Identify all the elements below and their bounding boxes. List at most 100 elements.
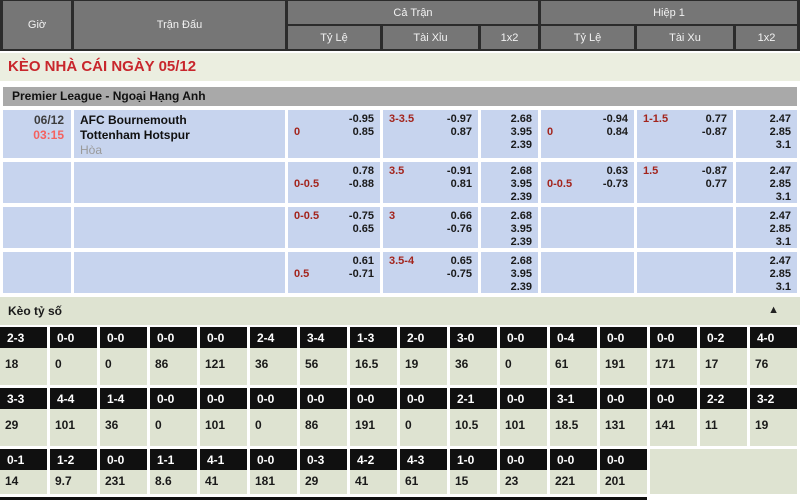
match-teams-cell[interactable]: AFC BournemouthTottenham HotspurHòa xyxy=(74,110,285,158)
score-odds-value: 56 xyxy=(300,348,347,385)
score-cell[interactable]: 0-329 xyxy=(300,449,347,494)
ft-1x2-cell[interactable]: 2.683.952.39 xyxy=(481,207,538,248)
league-header[interactable]: Premier League - Ngoại Hạng Anh xyxy=(3,87,797,106)
h1-overunder-cell[interactable] xyxy=(637,252,733,293)
ft-1x2-cell[interactable]: 2.683.952.39 xyxy=(481,110,538,158)
score-cell[interactable]: 0-0191 xyxy=(600,327,647,385)
ft-handicap-cell[interactable]: 0-0.5-0.750.65 xyxy=(288,207,380,248)
score-cell[interactable]: 4-141 xyxy=(200,449,247,494)
h1-overunder-cell[interactable]: 1-1.50.77-0.87 xyxy=(637,110,733,158)
h1-handicap-cell[interactable] xyxy=(541,207,634,248)
ft-handicap-cell[interactable]: 0.610.5-0.71 xyxy=(288,252,380,293)
h1-1x2-cell[interactable]: 2.472.853.1 xyxy=(736,162,797,203)
score-cell[interactable]: 2-110.5 xyxy=(450,388,497,446)
score-cell[interactable]: 0-0141 xyxy=(650,388,697,446)
ft-1x2-cell[interactable]: 2.683.952.39 xyxy=(481,252,538,293)
ft-overunder-cell[interactable]: 3.5-40.65-0.75 xyxy=(383,252,478,293)
score-cell[interactable]: 0-0171 xyxy=(650,327,697,385)
score-cell[interactable]: 1-436 xyxy=(100,388,147,446)
score-label: 3-4 xyxy=(300,327,347,348)
score-cell[interactable]: 1-18.6 xyxy=(150,449,197,494)
ft-handicap-cell[interactable]: -0.9500.85 xyxy=(288,110,380,158)
score-odds-value: 17 xyxy=(700,348,747,385)
score-label: 0-3 xyxy=(300,449,347,470)
h1-1x2-cell[interactable]: 2.472.853.1 xyxy=(736,252,797,293)
odds-value: -0.91 xyxy=(447,165,472,178)
match-time: 03:15 xyxy=(9,128,64,143)
score-label: 0-0 xyxy=(650,388,697,409)
score-cell[interactable]: 0-00 xyxy=(50,327,97,385)
score-cell[interactable]: 4-4101 xyxy=(50,388,97,446)
score-cell[interactable]: 2-318 xyxy=(0,327,47,385)
score-cell[interactable]: 0-461 xyxy=(550,327,597,385)
score-cell[interactable]: 3-456 xyxy=(300,327,347,385)
h1-handicap-cell[interactable] xyxy=(541,252,634,293)
score-cell[interactable]: 0-00 xyxy=(250,388,297,446)
score-cell[interactable]: 0-0131 xyxy=(600,388,647,446)
score-cell[interactable]: 0-00 xyxy=(500,327,547,385)
score-cell[interactable]: 3-036 xyxy=(450,327,497,385)
score-cell[interactable]: 2-019 xyxy=(400,327,447,385)
score-cell[interactable]: 0-086 xyxy=(150,327,197,385)
handicap-label: 0 xyxy=(294,126,300,139)
draw-label: Hòa xyxy=(80,143,279,158)
score-cell[interactable]: 0-023 xyxy=(500,449,547,494)
score-cell[interactable]: 0-0101 xyxy=(200,388,247,446)
score-cell[interactable]: 0-217 xyxy=(700,327,747,385)
score-cell[interactable]: 3-329 xyxy=(0,388,47,446)
h1-1x2-cell[interactable]: 2.472.853.1 xyxy=(736,110,797,158)
score-label: 0-0 xyxy=(150,327,197,348)
handicap-label: 1-1.5 xyxy=(643,113,668,126)
score-odds-value: 86 xyxy=(150,348,197,385)
score-odds-value: 36 xyxy=(100,409,147,446)
score-odds-value: 101 xyxy=(50,409,97,446)
score-cell[interactable]: 4-361 xyxy=(400,449,447,494)
score-odds-value: 76 xyxy=(750,348,797,385)
odds-value: 0.66 xyxy=(451,210,472,223)
score-cell[interactable]: 1-015 xyxy=(450,449,497,494)
score-odds-value: 86 xyxy=(300,409,347,446)
handicap-label: 0 xyxy=(547,126,553,139)
collapse-arrow-icon[interactable]: ▲ xyxy=(768,304,779,316)
score-cell[interactable]: 0-0121 xyxy=(200,327,247,385)
score-cell[interactable]: 0-00 xyxy=(150,388,197,446)
score-cell[interactable]: 1-29.7 xyxy=(50,449,97,494)
score-cell[interactable]: 2-211 xyxy=(700,388,747,446)
score-cell[interactable]: 2-436 xyxy=(250,327,297,385)
ft-overunder-cell[interactable]: 30.66-0.76 xyxy=(383,207,478,248)
ft-overunder-cell[interactable]: 3-3.5-0.970.87 xyxy=(383,110,478,158)
score-cell[interactable]: 0-0201 xyxy=(600,449,647,494)
ft-handicap-cell[interactable]: 0.780-0.5-0.88 xyxy=(288,162,380,203)
home-team[interactable]: AFC Bournemouth xyxy=(80,113,279,128)
score-label: 0-0 xyxy=(250,449,297,470)
score-cell[interactable]: 0-0221 xyxy=(550,449,597,494)
score-label: 2-4 xyxy=(250,327,297,348)
score-label: 1-4 xyxy=(100,388,147,409)
score-label: 0-0 xyxy=(400,388,447,409)
score-cell[interactable]: 3-219 xyxy=(750,388,797,446)
score-cell[interactable]: 4-241 xyxy=(350,449,397,494)
score-cell[interactable]: 4-076 xyxy=(750,327,797,385)
score-cell[interactable]: 0-0231 xyxy=(100,449,147,494)
score-cell[interactable]: 0-114 xyxy=(0,449,47,494)
h1-handicap-cell[interactable]: -0.9400.84 xyxy=(541,110,634,158)
ft-1x2-cell[interactable]: 2.683.952.39 xyxy=(481,162,538,203)
score-cell[interactable]: 1-316.5 xyxy=(350,327,397,385)
score-cell[interactable]: 3-118.5 xyxy=(550,388,597,446)
ft-overunder-cell[interactable]: 3.5-0.910.81 xyxy=(383,162,478,203)
score-cell[interactable]: 0-00 xyxy=(100,327,147,385)
score-label: 0-0 xyxy=(550,449,597,470)
h1-handicap-cell[interactable]: 0.630-0.5-0.73 xyxy=(541,162,634,203)
away-team[interactable]: Tottenham Hotspur xyxy=(80,128,279,143)
h1-overunder-cell[interactable]: 1.5-0.870.77 xyxy=(637,162,733,203)
h1-overunder-cell[interactable] xyxy=(637,207,733,248)
score-cell[interactable]: 0-00 xyxy=(400,388,447,446)
correct-score-grid: 2-3180-000-000-0860-01212-4363-4561-316.… xyxy=(0,327,800,494)
score-cell[interactable]: 0-0181 xyxy=(250,449,297,494)
score-cell[interactable]: 0-086 xyxy=(300,388,347,446)
odds-value: 2.47 xyxy=(742,210,791,223)
score-cell[interactable]: 0-0101 xyxy=(500,388,547,446)
score-cell[interactable]: 0-0191 xyxy=(350,388,397,446)
score-section-header[interactable]: Kèo tỷ số ▲ xyxy=(0,297,800,325)
h1-1x2-cell[interactable]: 2.472.853.1 xyxy=(736,207,797,248)
